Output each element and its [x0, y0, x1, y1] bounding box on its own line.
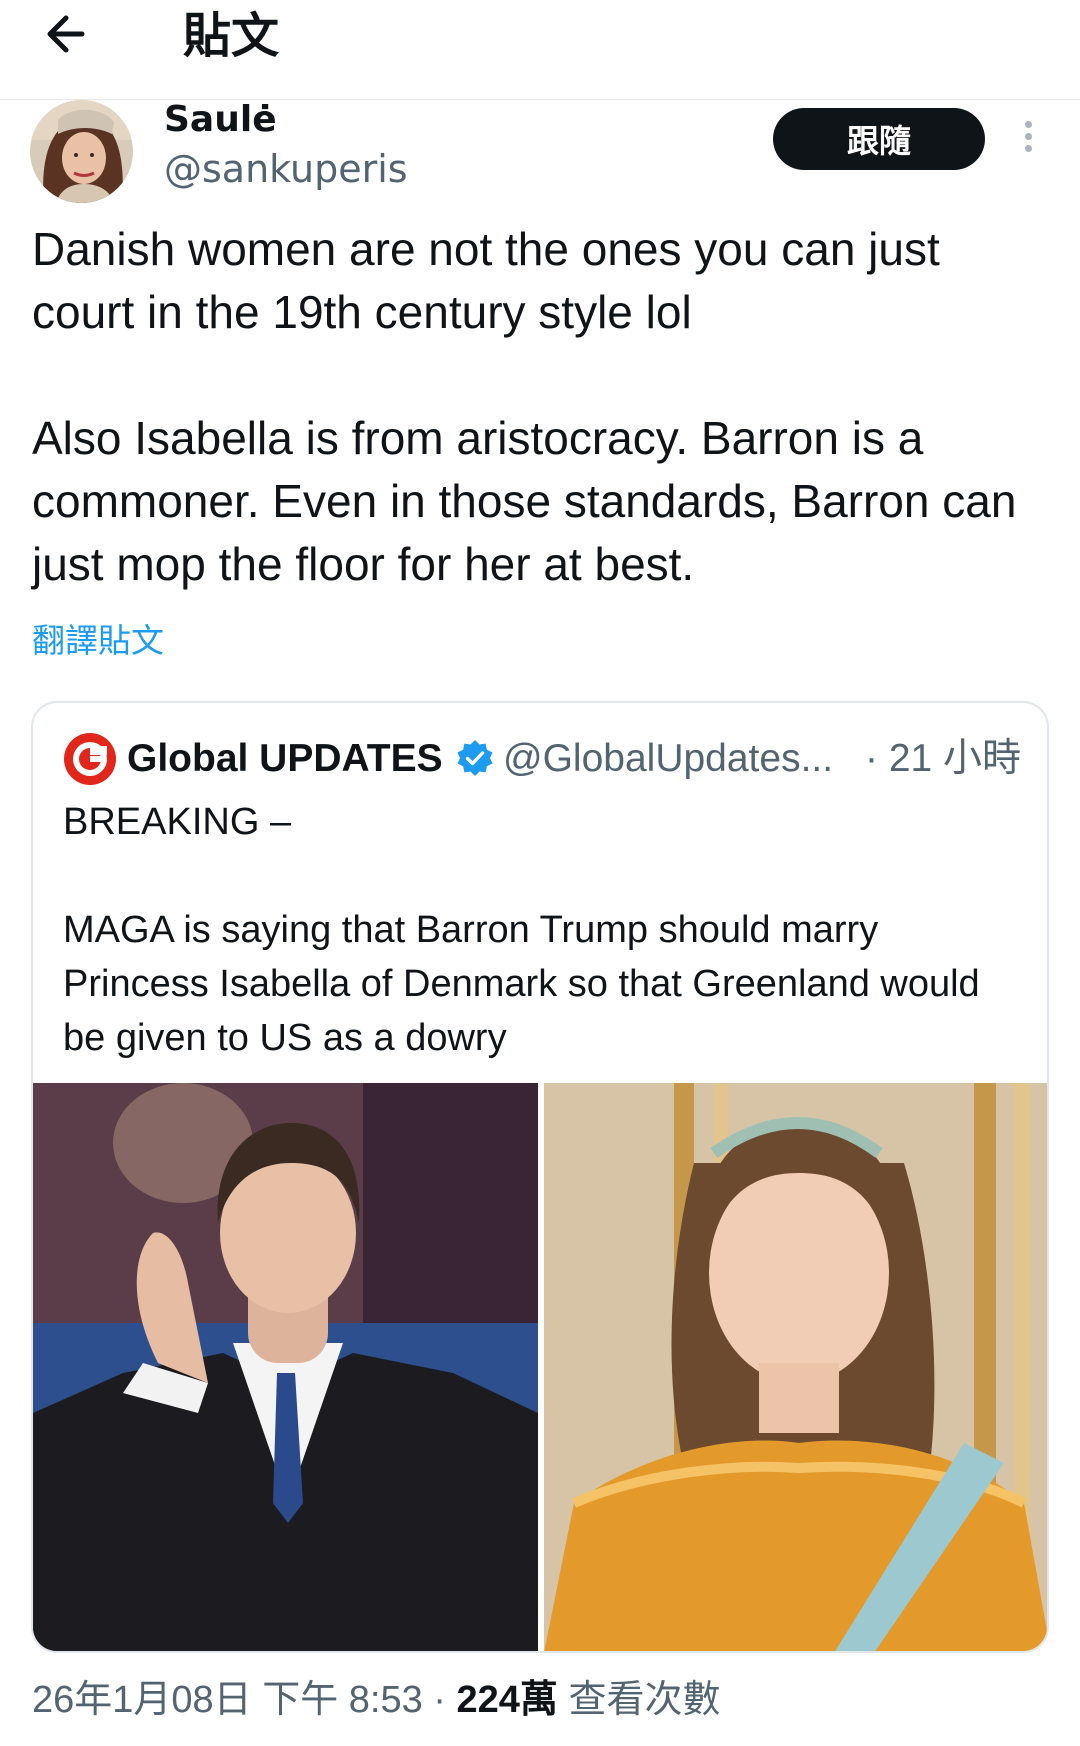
views-count: 224萬: [456, 1679, 558, 1721]
tweet-text: Danish women are not the ones you can ju…: [32, 223, 1017, 590]
post-meta: 26年1月08日 下午 8:53 · 224萬 查看次數: [32, 1674, 721, 1726]
quoted-tweet-text: BREAKING – MAGA is saying that Barron Tr…: [63, 801, 980, 1059]
follow-button[interactable]: 跟隨: [773, 108, 985, 170]
top-bar: 貼文: [0, 0, 1080, 100]
post-datetime[interactable]: 26年1月08日 下午 8:53: [32, 1679, 423, 1721]
more-options-button[interactable]: [1016, 116, 1040, 164]
more-vertical-icon: [1016, 121, 1040, 152]
quoted-author-handle: @GlobalUpdates...: [503, 737, 834, 780]
author-name[interactable]: Saulė: [164, 96, 277, 144]
quoted-tweet-card[interactable]: Global UPDATES @GlobalUpdates... · 21 小時…: [31, 701, 1049, 1653]
views-label: 查看次數: [557, 1679, 721, 1721]
arrow-left-icon: [47, 15, 85, 53]
page-title: 貼文: [183, 8, 280, 64]
meta-separator: ·: [422, 1679, 457, 1721]
verified-badge-icon: [457, 740, 493, 776]
quoted-image-left[interactable]: [33, 1083, 538, 1651]
translate-post-link[interactable]: 翻譯貼文: [32, 618, 164, 664]
avatar[interactable]: [30, 100, 133, 203]
quoted-image-right[interactable]: [544, 1083, 1047, 1651]
global-updates-logo: [64, 733, 116, 785]
author-handle[interactable]: @sankuperis: [164, 144, 408, 194]
back-button[interactable]: [44, 6, 104, 66]
quoted-author-name: Global UPDATES: [127, 737, 443, 780]
quoted-timestamp: · 21 小時: [865, 737, 1022, 780]
